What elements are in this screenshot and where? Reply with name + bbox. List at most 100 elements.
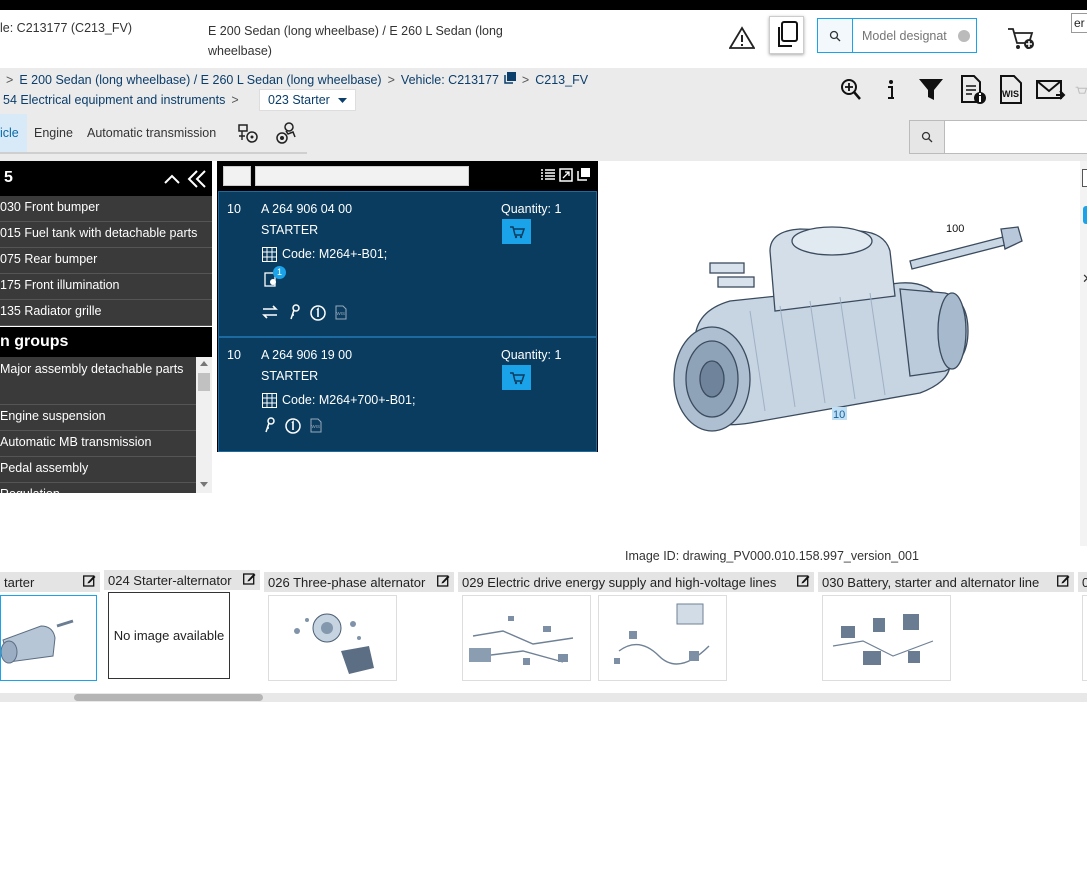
caret-down-icon	[337, 93, 347, 107]
sidebar-header-number: 5	[4, 169, 13, 186]
subgroup-dropdown-label: 023 Starter	[268, 93, 330, 107]
document-info-icon[interactable]	[958, 74, 988, 106]
swap-icon[interactable]	[261, 304, 279, 320]
sidebar-item[interactable]: 175 Front illumination	[0, 274, 212, 300]
callout-bolt[interactable]: 100	[946, 223, 964, 235]
tab-automatic-transmission[interactable]: Automatic transmission	[81, 114, 222, 152]
tab-vehicle[interactable]: icle	[0, 114, 27, 152]
parts-toolbar	[217, 161, 598, 191]
parts-panel: 10 A 264 906 04 00 STARTER Quantity: 1 C…	[217, 161, 598, 452]
part-search[interactable]	[909, 120, 1087, 154]
thumbnail-wiring-2[interactable]	[598, 595, 727, 681]
circled-info-icon[interactable]	[284, 417, 301, 434]
scroll-down-arrow[interactable]	[200, 482, 208, 487]
part-number[interactable]: A 264 906 19 00	[261, 348, 352, 362]
wis-icon[interactable]: WIS	[309, 417, 323, 433]
key-icon[interactable]	[263, 417, 277, 433]
breadcrumb-fv-link[interactable]: C213_FV	[535, 73, 588, 87]
wis-document-icon[interactable]: WIS	[997, 74, 1025, 106]
edit-icon[interactable]	[1057, 574, 1070, 590]
add-to-cart-button[interactable]	[502, 365, 531, 390]
group-item[interactable]: Automatic MB transmission	[0, 431, 196, 457]
model-search-input[interactable]	[862, 27, 962, 45]
scroll-up-arrow[interactable]	[200, 361, 208, 366]
thumbnail-scrollbar[interactable]	[0, 693, 1087, 702]
breadcrumb-group-line: 54 Electrical equipment and instruments >	[3, 93, 239, 107]
add-to-cart-icon[interactable]	[1005, 24, 1037, 54]
parts-filter-input[interactable]	[255, 166, 469, 186]
part-code: Code: M264+-B01;	[282, 247, 388, 261]
edit-icon[interactable]	[797, 574, 810, 590]
cart-partial-icon[interactable]	[1075, 78, 1087, 104]
parts-tools-icon[interactable]	[236, 121, 262, 147]
info-icon[interactable]	[880, 76, 902, 104]
part-quantity: Quantity: 1	[501, 202, 562, 216]
breadcrumb-model-link[interactable]: E 200 Sedan (long wheelbase) / E 260 L S…	[19, 73, 381, 87]
key-icon[interactable]	[288, 304, 302, 320]
chevron-up-icon[interactable]	[162, 169, 182, 189]
sidebar-item[interactable]: 075 Rear bumper	[0, 248, 212, 274]
close-icon[interactable]: ✕	[1082, 271, 1087, 285]
thumbnail-alternator[interactable]	[268, 595, 397, 681]
collapse-left-icon[interactable]	[186, 168, 208, 190]
thumbnail-title[interactable]: 024 Starter-alternator	[104, 570, 260, 590]
group-item[interactable]: Regulation	[0, 483, 196, 493]
model-search[interactable]	[817, 18, 977, 53]
group-item[interactable]: Engine suspension	[0, 405, 196, 431]
edit-icon[interactable]	[437, 574, 450, 590]
select-all-box[interactable]	[223, 166, 251, 186]
copy-small-icon[interactable]	[503, 72, 516, 88]
search-icon[interactable]	[910, 121, 945, 153]
breadcrumb-vehicle-link[interactable]: Vehicle: C213177	[401, 73, 499, 87]
thumbnail-title[interactable]: 029 Electric drive energy supply and hig…	[458, 572, 814, 592]
popout-icon[interactable]	[576, 166, 592, 182]
part-position: 10	[227, 202, 241, 216]
thumbnail-no-image[interactable]: No image available	[108, 592, 230, 679]
part-number[interactable]: A 264 906 04 00	[261, 202, 352, 216]
zoom-in-icon[interactable]	[838, 76, 864, 104]
scroll-thumb[interactable]	[198, 373, 210, 391]
thumbnail-battery[interactable]	[822, 595, 951, 681]
part-name: STARTER	[261, 369, 319, 383]
part-row[interactable]: 10 A 264 906 19 00 STARTER Quantity: 1 C…	[218, 337, 597, 452]
sidebar-scrollbar[interactable]	[196, 357, 212, 493]
tab-engine[interactable]: Engine	[28, 114, 79, 152]
group-item[interactable]: Major assembly detachable parts	[0, 357, 196, 405]
wis-icon[interactable]: WIS	[334, 304, 348, 320]
thumbnail-title[interactable]: 030 Battery, starter and alternator line	[818, 572, 1074, 592]
thumbnail-scroll-thumb[interactable]	[74, 694, 263, 701]
edit-icon[interactable]	[83, 574, 96, 590]
callout-starter[interactable]: 10	[833, 409, 845, 421]
thumbnail-starter[interactable]	[0, 595, 97, 681]
thumbnail-partial[interactable]	[1082, 595, 1087, 681]
parts-drawing[interactable]: 100 10 ✕	[600, 161, 1087, 546]
sidebar-header: 5	[0, 161, 212, 196]
thumbnail-title[interactable]: 026 Three-phase alternator	[264, 572, 454, 592]
thumbnail-wiring-1[interactable]	[462, 595, 591, 681]
search-icon[interactable]	[818, 19, 853, 52]
engine-parts-icon[interactable]	[273, 120, 299, 148]
thumbnail-title-label: 026 Three-phase alternator	[268, 574, 426, 590]
filter-icon[interactable]	[917, 76, 945, 104]
language-select[interactable]: er	[1071, 13, 1087, 33]
subgroup-dropdown[interactable]: 023 Starter	[259, 89, 356, 111]
edit-icon[interactable]	[243, 572, 256, 588]
breadcrumb-group-link[interactable]: 54 Electrical equipment and instruments	[3, 93, 225, 107]
copy-icon[interactable]	[769, 16, 804, 54]
thumbnail-title[interactable]: 0	[1078, 572, 1087, 592]
group-item[interactable]: Pedal assembly	[0, 457, 196, 483]
sidebar-item[interactable]: 015 Fuel tank with detachable parts	[0, 222, 212, 248]
circled-info-icon[interactable]	[309, 304, 326, 321]
expand-icon[interactable]	[558, 167, 574, 183]
sidebar-item[interactable]: 135 Radiator grille	[0, 300, 212, 326]
side-panel-indicator[interactable]	[1083, 206, 1087, 224]
add-to-cart-button[interactable]	[502, 219, 531, 244]
mail-icon[interactable]	[1035, 76, 1067, 104]
side-panel-tool[interactable]	[1082, 169, 1087, 187]
sidebar-item[interactable]: 030 Front bumper	[0, 196, 212, 222]
warning-icon[interactable]	[727, 24, 757, 52]
clear-icon[interactable]	[958, 30, 970, 42]
part-row[interactable]: 10 A 264 906 04 00 STARTER Quantity: 1 C…	[218, 191, 597, 337]
thumbnail-title[interactable]: tarter	[0, 572, 100, 592]
list-view-icon[interactable]	[540, 167, 556, 183]
